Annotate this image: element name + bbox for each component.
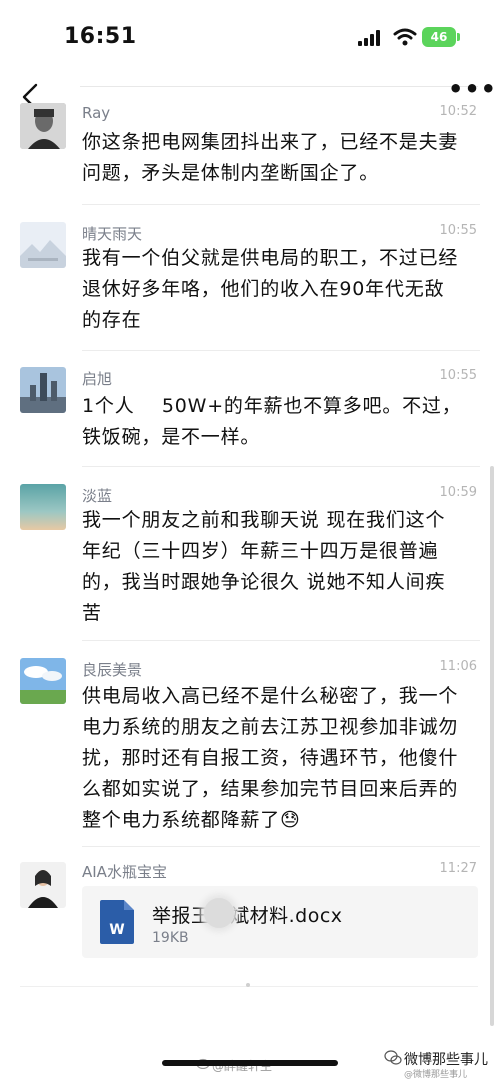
avatar[interactable]: [20, 658, 66, 704]
loading-dot: [246, 983, 250, 987]
comment-line: 年纪（三十四岁）年薪三十四万是很普遍: [82, 540, 439, 562]
comment-time: 10:55: [439, 223, 477, 238]
comment-author[interactable]: 晴天雨天: [82, 223, 142, 244]
comment-line: 退休好多年咯，他们的收入在90年代无敌: [82, 278, 445, 300]
comment-time: 11:27: [439, 861, 477, 876]
comment-line: 问题，矛头是体制内垄断国企了。: [82, 162, 380, 184]
battery-icon: 46: [422, 27, 456, 47]
file-name: 举报王 斌材料.docx: [152, 905, 343, 927]
avatar[interactable]: [20, 222, 66, 268]
file-icon-fold: [124, 900, 134, 910]
wifi-icon: [393, 28, 417, 46]
comment-line: 你这条把电网集团抖出来了，已经不是夫妻: [82, 131, 459, 153]
divider: [82, 466, 480, 467]
comment-line: 电力系统的朋友之前去江苏卫视参加非诚勿: [82, 716, 459, 738]
avatar[interactable]: [20, 367, 66, 413]
word-document-icon: W: [100, 900, 134, 944]
comment-time: 10:55: [439, 368, 477, 383]
comment-author[interactable]: Ray: [82, 104, 110, 122]
comment-text: 我一个朋友之前和我聊天说 现在我们这个 年纪（三十四岁）年薪三十四万是很普遍 的…: [82, 505, 482, 629]
comment-line: 供电局收入高已经不是什么秘密了，我一个: [82, 685, 459, 707]
comment-time: 11:06: [439, 659, 477, 674]
comment-author[interactable]: AIA水瓶宝宝: [82, 861, 167, 882]
status-bar: 16:51 46: [0, 0, 498, 70]
cellular-signal-icon: [358, 30, 380, 46]
avatar[interactable]: [20, 103, 66, 149]
file-icon-letter: W: [109, 922, 125, 938]
comment-time: 10:59: [439, 485, 477, 500]
file-attachment-card[interactable]: W 举报王 斌材料.docx 19KB: [82, 886, 478, 958]
comment-author[interactable]: 启旭: [82, 368, 112, 389]
wechat-logo-icon: [384, 1050, 402, 1065]
redaction-blur: [204, 898, 234, 928]
status-time: 16:51: [64, 24, 137, 49]
comment-text: 我有一个伯父就是供电局的职工，不过已经 退休好多年咯，他们的收入在90年代无敌 …: [82, 243, 482, 336]
divider: [82, 846, 480, 847]
comment-text: 1个人 50W+的年薪也不算多吧。不过， 铁饭碗，是不一样。: [82, 391, 482, 453]
divider: [82, 204, 480, 205]
file-size: 19KB: [152, 930, 189, 946]
comment-author[interactable]: 淡蓝: [82, 485, 112, 506]
comment-line: 整个电力系统都降薪了😓: [82, 809, 301, 831]
comment-line: 我有一个伯父就是供电局的职工，不过已经: [82, 247, 459, 269]
more-options-icon[interactable]: •••: [448, 77, 497, 101]
comment-line: 么都如实说了，结果参加完节目回来后弄的: [82, 778, 459, 800]
comment-line: 铁饭碗，是不一样。: [82, 426, 261, 448]
comment-author[interactable]: 良辰美景: [82, 659, 142, 680]
comment-line: 苦: [82, 602, 102, 624]
watermark-account-sub: @微博那些事儿: [404, 1070, 468, 1080]
comment-time: 10:52: [439, 104, 477, 119]
home-indicator[interactable]: [162, 1060, 338, 1066]
avatar[interactable]: [20, 484, 66, 530]
comment-line: 的存在: [82, 309, 142, 331]
comment-line: 的，我当时跟她争论很久 说她不知人间疾: [82, 571, 446, 593]
watermark-account: 微博那些事儿: [404, 1052, 488, 1068]
comment-text: 你这条把电网集团抖出来了，已经不是夫妻 问题，矛头是体制内垄断国企了。: [82, 127, 482, 189]
comment-text: 供电局收入高已经不是什么秘密了，我一个 电力系统的朋友之前去江苏卫视参加非诚勿 …: [82, 681, 482, 836]
divider: [82, 640, 480, 641]
divider: [82, 350, 480, 351]
comment-line: 1个人 50W+的年薪也不算多吧。不过，: [82, 395, 462, 417]
comment-line: 扰，那时还有自报工资，待遇环节，他傻什: [82, 747, 459, 769]
comment-line: 我一个朋友之前和我聊天说 现在我们这个: [82, 509, 446, 531]
top-divider: [80, 86, 478, 87]
battery-tip: [457, 33, 460, 41]
scrollbar[interactable]: [490, 466, 494, 1026]
avatar[interactable]: [20, 862, 66, 908]
